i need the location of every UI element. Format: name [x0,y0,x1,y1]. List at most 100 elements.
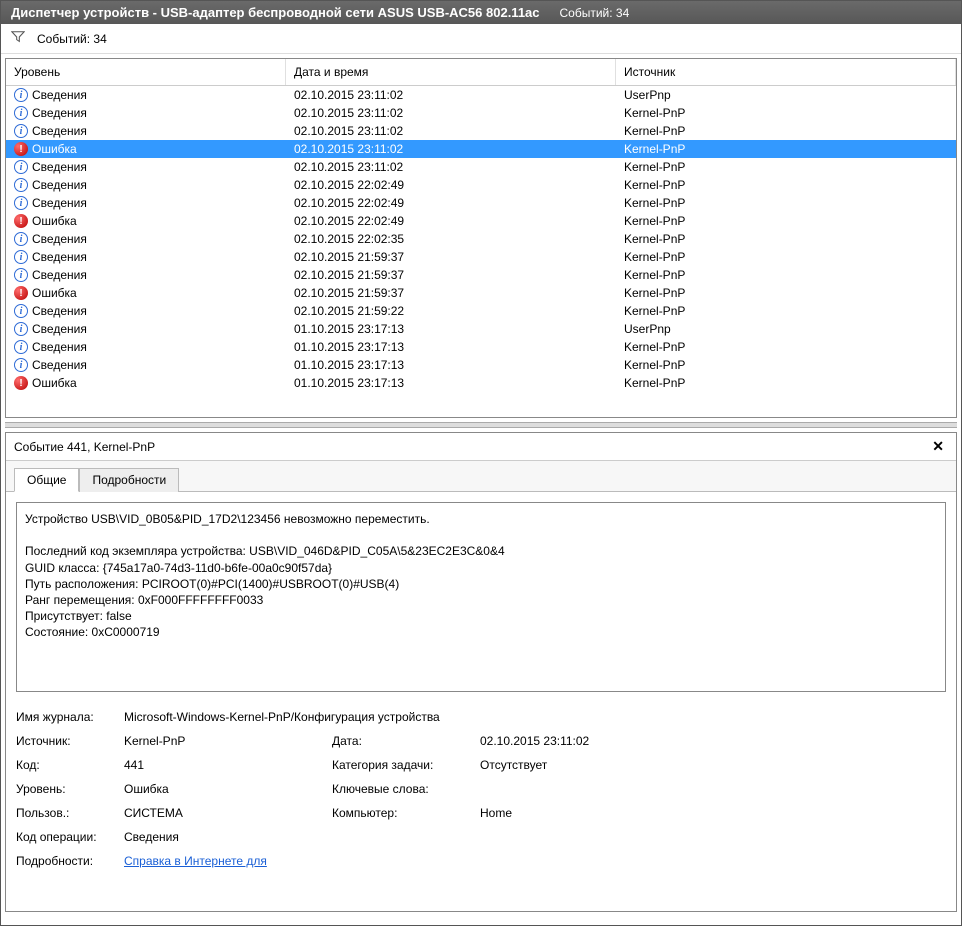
row-source-text: Kernel-PnP [616,159,956,175]
table-row[interactable]: iСведения02.10.2015 21:59:22Kernel-PnP [6,302,956,320]
row-date-text: 01.10.2015 23:17:13 [286,357,616,373]
row-source-text: UserPnp [616,87,956,103]
row-level-text: Сведения [32,124,87,138]
tab-details[interactable]: Подробности [79,468,179,492]
row-source-text: Kernel-PnP [616,375,956,391]
error-icon: ! [14,286,28,300]
row-date-text: 02.10.2015 22:02:49 [286,177,616,193]
row-source-text: Kernel-PnP [616,249,956,265]
table-row[interactable]: iСведения01.10.2015 23:17:13UserPnp [6,320,956,338]
details-tabs: Общие Подробности [6,461,956,492]
table-row[interactable]: ! Ошибка 02.10.2015 23:11:02Kernel-PnP [6,140,956,158]
grid-body[interactable]: iСведения02.10.2015 23:11:02UserPnpiСвед… [6,86,956,417]
prop-value-date: 02.10.2015 23:11:02 [480,734,680,748]
window-titlebar: Диспетчер устройств - USB-адаптер беспро… [1,1,961,24]
row-date-text: 02.10.2015 21:59:37 [286,267,616,283]
row-date-text: 02.10.2015 23:11:02 [286,87,616,103]
prop-value-source: Kernel-PnP [124,734,324,748]
table-row[interactable]: iСведения02.10.2015 21:59:37Kernel-PnP [6,248,956,266]
row-date-text: 02.10.2015 23:11:02 [286,123,616,139]
prop-label-keywords: Ключевые слова: [332,782,472,796]
table-row[interactable]: !Ошибка02.10.2015 22:02:49Kernel-PnP [6,212,956,230]
table-row[interactable]: !Ошибка02.10.2015 21:59:37Kernel-PnP [6,284,956,302]
info-icon: i [14,160,28,174]
online-help-link[interactable]: Справка в Интернете для [124,854,267,868]
prop-value-computer: Home [480,806,680,820]
info-icon: i [14,232,28,246]
info-icon: i [14,268,28,282]
row-level-text: Сведения [32,88,87,102]
info-icon: i [14,196,28,210]
tab-general[interactable]: Общие [14,468,79,492]
filter-event-count: Событий: 34 [37,32,107,46]
table-row[interactable]: iСведения01.10.2015 23:17:13Kernel-PnP [6,338,956,356]
row-level-text: Сведения [32,250,87,264]
table-row[interactable]: iСведения02.10.2015 21:59:37Kernel-PnP [6,266,956,284]
info-icon: i [14,178,28,192]
table-row[interactable]: iСведения01.10.2015 23:17:13Kernel-PnP [6,356,956,374]
prop-label-user: Пользов.: [16,806,116,820]
details-title: Событие 441, Kernel-PnP [14,440,155,454]
row-level-text: Сведения [32,322,87,336]
table-row[interactable]: i Сведения 02.10.2015 22:02:49Kernel-PnP [6,194,956,212]
table-row[interactable]: iСведения02.10.2015 23:11:02UserPnp [6,86,956,104]
error-icon: ! [14,214,28,228]
row-level-text: Сведения [32,196,87,210]
row-level-text: Сведения [32,304,87,318]
prop-label-code: Код: [16,758,116,772]
column-header-source[interactable]: Источник [616,59,956,85]
filter-bar: Событий: 34 [1,24,961,54]
row-source-text: Kernel-PnP [616,339,956,355]
row-source-text: Kernel-PnP [616,141,956,157]
info-icon: i [14,304,28,318]
row-level-text: Ошибка [32,142,77,156]
info-icon: i [14,340,28,354]
row-date-text: 01.10.2015 23:17:13 [286,375,616,391]
prop-label-source: Источник: [16,734,116,748]
row-date-text: 02.10.2015 23:11:02 [286,159,616,175]
info-icon: i [14,106,28,120]
grid-header: Уровень Дата и время Источник [6,59,956,86]
column-header-level[interactable]: Уровень [6,59,286,85]
row-level-text: Сведения [32,232,87,246]
event-message: Устройство USB\VID_0B05&PID_17D2\123456 … [16,502,946,692]
prop-value-level: Ошибка [124,782,324,796]
row-source-text: Kernel-PnP [616,231,956,247]
prop-value-keywords [480,782,680,796]
row-source-text: Kernel-PnP [616,267,956,283]
event-properties: Имя журнала: Microsoft-Windows-Kernel-Pn… [16,710,946,868]
column-header-date[interactable]: Дата и время [286,59,616,85]
close-icon[interactable]: ✕ [928,438,948,455]
row-source-text: Kernel-PnP [616,123,956,139]
window-title: Диспетчер устройств - USB-адаптер беспро… [11,5,540,20]
error-icon: ! [14,142,28,156]
table-row[interactable]: iСведения02.10.2015 23:11:02Kernel-PnP [6,158,956,176]
filter-icon[interactable] [11,30,25,47]
details-body: Устройство USB\VID_0B05&PID_17D2\123456 … [6,492,956,911]
prop-value-task: Отсутствует [480,758,680,772]
row-source-text: UserPnp [616,321,956,337]
row-level-text: Сведения [32,178,87,192]
prop-label-computer: Компьютер: [332,806,472,820]
row-date-text: 02.10.2015 23:11:02 [286,141,616,157]
row-date-text: 01.10.2015 23:17:13 [286,339,616,355]
table-row[interactable]: !Ошибка01.10.2015 23:17:13Kernel-PnP [6,374,956,392]
table-row[interactable]: iСведения02.10.2015 23:11:02Kernel-PnP [6,104,956,122]
row-level-text: Ошибка [32,376,77,390]
row-source-text: Kernel-PnP [616,357,956,373]
table-row[interactable]: iСведения02.10.2015 22:02:35Kernel-PnP [6,230,956,248]
row-date-text: 02.10.2015 21:59:37 [286,249,616,265]
titlebar-event-count: Событий: 34 [560,6,630,20]
prop-value-code: 441 [124,758,324,772]
table-row[interactable]: iСведения02.10.2015 23:11:02Kernel-PnP [6,122,956,140]
row-date-text: 01.10.2015 23:17:13 [286,321,616,337]
details-panel: Событие 441, Kernel-PnP ✕ Общие Подробно… [5,432,957,912]
row-date-text: 02.10.2015 22:02:49 [286,213,616,229]
row-source-text: Kernel-PnP [616,195,956,211]
row-date-text: 02.10.2015 22:02:49 [286,195,616,211]
splitter[interactable] [5,422,957,428]
prop-value-user: СИСТЕМА [124,806,324,820]
table-row[interactable]: iСведения02.10.2015 22:02:49Kernel-PnP [6,176,956,194]
row-date-text: 02.10.2015 21:59:37 [286,285,616,301]
row-level-text: Ошибка [32,286,77,300]
